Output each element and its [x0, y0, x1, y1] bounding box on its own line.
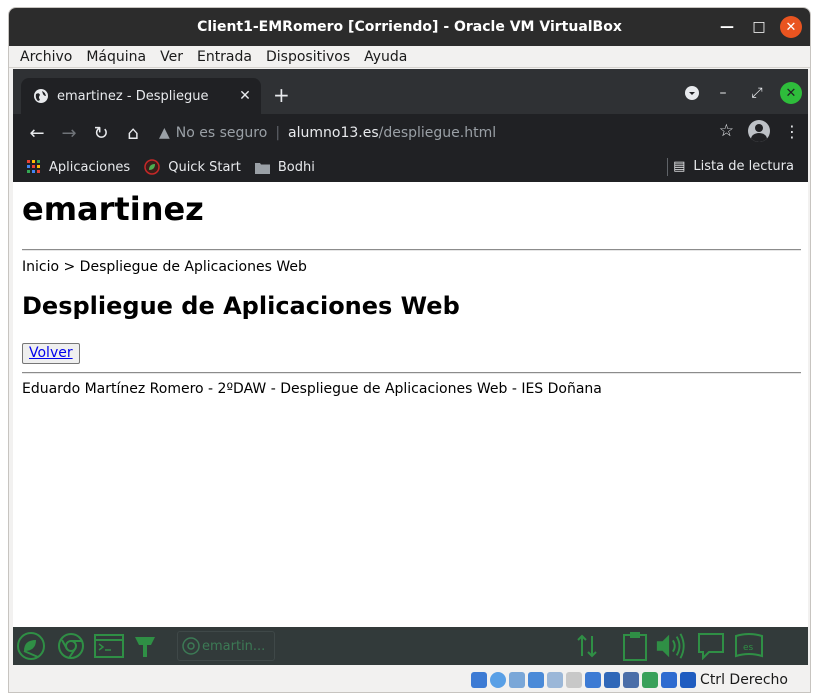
- clipboard-icon[interactable]: [619, 631, 651, 661]
- network-adapter-icon[interactable]: [528, 671, 545, 688]
- bodhi-menu-icon[interactable]: [15, 631, 47, 661]
- tab-title: emartinez - Despliegue: [57, 88, 209, 104]
- header-divider: [22, 249, 801, 251]
- display-icon[interactable]: [585, 671, 602, 688]
- security-label[interactable]: No es seguro: [176, 125, 268, 141]
- usb-icon[interactable]: [547, 671, 564, 688]
- menu-ayuda[interactable]: Ayuda: [357, 49, 414, 65]
- page-footer: Eduardo Martínez Romero - 2ºDAW - Despli…: [22, 381, 602, 397]
- menu-dispositivos[interactable]: Dispositivos: [259, 49, 357, 65]
- forward-arrow-icon[interactable]: →: [53, 117, 85, 149]
- host-key-label: Ctrl Derecho: [700, 671, 788, 688]
- bodhi-leaf-icon: [144, 159, 160, 175]
- new-tab-icon[interactable]: +: [273, 83, 290, 107]
- reload-icon[interactable]: ↻: [85, 117, 117, 149]
- maximize-icon[interactable]: □: [748, 16, 770, 38]
- audio-icon[interactable]: [509, 671, 526, 688]
- reading-list-label: Lista de lectura: [693, 159, 794, 174]
- vbox-titlebar: Client1-EMRomero [Corriendo] - Oracle VM…: [9, 8, 810, 46]
- tab-search-icon[interactable]: [684, 85, 700, 101]
- guest-additions-icon[interactable]: [642, 671, 659, 688]
- optical-drive-icon[interactable]: [490, 671, 507, 688]
- chrome-task-icon: [182, 637, 200, 655]
- bookmark-label: Quick Start: [168, 159, 241, 175]
- apps-grid-icon: [27, 160, 40, 173]
- site-title: emartinez: [22, 190, 204, 228]
- guest-screen: emartinez - Despliegue ✕ + – ⤢ ✕ ← → ↻ ⌂…: [13, 69, 808, 665]
- chrome-launcher-icon[interactable]: [55, 631, 87, 661]
- globe-icon: [34, 89, 48, 103]
- bookmarks-bar: Aplicaciones Quick Start Bodhi ▤ Lista d…: [13, 152, 808, 182]
- bookmark-label: Aplicaciones: [49, 159, 131, 175]
- menu-entrada[interactable]: Entrada: [190, 49, 259, 65]
- profile-avatar[interactable]: [748, 120, 770, 142]
- reading-list-button[interactable]: ▤ Lista de lectura: [673, 159, 794, 174]
- bookmark-bodhi[interactable]: Bodhi: [254, 159, 315, 175]
- breadcrumb: Inicio > Despliegue de Aplicaciones Web: [22, 259, 307, 275]
- menu-maquina[interactable]: Máquina: [79, 49, 153, 65]
- mouse-integration-icon[interactable]: [661, 671, 678, 688]
- menu-kebab-icon[interactable]: ⋮: [784, 122, 800, 141]
- terminal-icon[interactable]: [93, 631, 125, 661]
- close-icon[interactable]: ✕: [780, 16, 802, 38]
- url-path[interactable]: /despliegue.html: [379, 125, 497, 141]
- address-bar[interactable]: ▲ No es seguro | alumno13.es/despliegue.…: [159, 125, 496, 141]
- chrome-tab-strip: emartinez - Despliegue ✕ + – ⤢ ✕: [13, 69, 808, 114]
- guest-taskbar: emartin... es: [13, 627, 808, 665]
- menu-archivo[interactable]: Archivo: [13, 49, 79, 65]
- address-divider: |: [275, 125, 281, 141]
- chat-icon[interactable]: [695, 631, 727, 661]
- task-label: emartin...: [202, 638, 266, 654]
- chrome-toolbar: ← → ↻ ⌂ ▲ No es seguro | alumno13.es/des…: [13, 114, 808, 152]
- page-heading: Despliegue de Aplicaciones Web: [22, 292, 460, 320]
- toolbar-actions: ☆ ⋮: [719, 120, 800, 142]
- guest-close-icon[interactable]: ✕: [780, 82, 802, 104]
- bookmark-aplicaciones[interactable]: Aplicaciones: [27, 160, 130, 175]
- vbox-menubar: Archivo Máquina Ver Entrada Dispositivos…: [9, 46, 810, 68]
- browser-tab[interactable]: emartinez - Despliegue ✕: [21, 78, 261, 114]
- warning-icon[interactable]: ▲: [159, 125, 170, 141]
- keyboard-capture-icon[interactable]: [680, 671, 697, 688]
- bookmarks-divider: [667, 158, 668, 176]
- window-controls: — □ ✕: [716, 16, 802, 38]
- tab-close-icon[interactable]: ✕: [235, 88, 255, 104]
- video-capture-icon[interactable]: [604, 671, 621, 688]
- vbox-statusbar: Ctrl Derecho: [9, 665, 810, 692]
- minimize-icon[interactable]: —: [716, 16, 738, 38]
- volume-icon[interactable]: [655, 631, 687, 661]
- reading-list-icon: ▤: [673, 159, 686, 174]
- svg-text:es: es: [743, 643, 754, 653]
- bookmark-quick-start[interactable]: Quick Start: [144, 159, 241, 175]
- folder-icon: [254, 162, 270, 174]
- home-icon[interactable]: ⌂: [117, 117, 149, 149]
- footer-divider: [22, 372, 801, 374]
- menu-ver[interactable]: Ver: [153, 49, 190, 65]
- bookmark-star-icon[interactable]: ☆: [719, 121, 734, 141]
- back-arrow-icon[interactable]: ←: [21, 117, 53, 149]
- vbox-window-title: Client1-EMRomero [Corriendo] - Oracle VM…: [197, 19, 622, 35]
- tab-strip-controls: – ⤢ ✕: [684, 82, 802, 104]
- shared-folders-icon[interactable]: [566, 671, 583, 688]
- virtualization-icon[interactable]: [623, 671, 640, 688]
- app-launcher-icon[interactable]: [129, 631, 161, 661]
- bookmark-label: Bodhi: [277, 159, 315, 175]
- hard-disk-icon[interactable]: [471, 671, 488, 688]
- url-host[interactable]: alumno13.es: [288, 125, 379, 141]
- keyboard-layout-icon[interactable]: es: [733, 631, 765, 661]
- network-icon[interactable]: [571, 631, 603, 661]
- virtualbox-window: Client1-EMRomero [Corriendo] - Oracle VM…: [8, 7, 811, 693]
- guest-minimize-icon[interactable]: –: [712, 85, 734, 101]
- volver-button[interactable]: Volver: [22, 343, 80, 364]
- taskbar-task-chrome[interactable]: emartin...: [177, 631, 275, 661]
- web-page: emartinez Inicio > Despliegue de Aplicac…: [13, 182, 808, 627]
- guest-restore-icon[interactable]: ⤢: [746, 85, 768, 101]
